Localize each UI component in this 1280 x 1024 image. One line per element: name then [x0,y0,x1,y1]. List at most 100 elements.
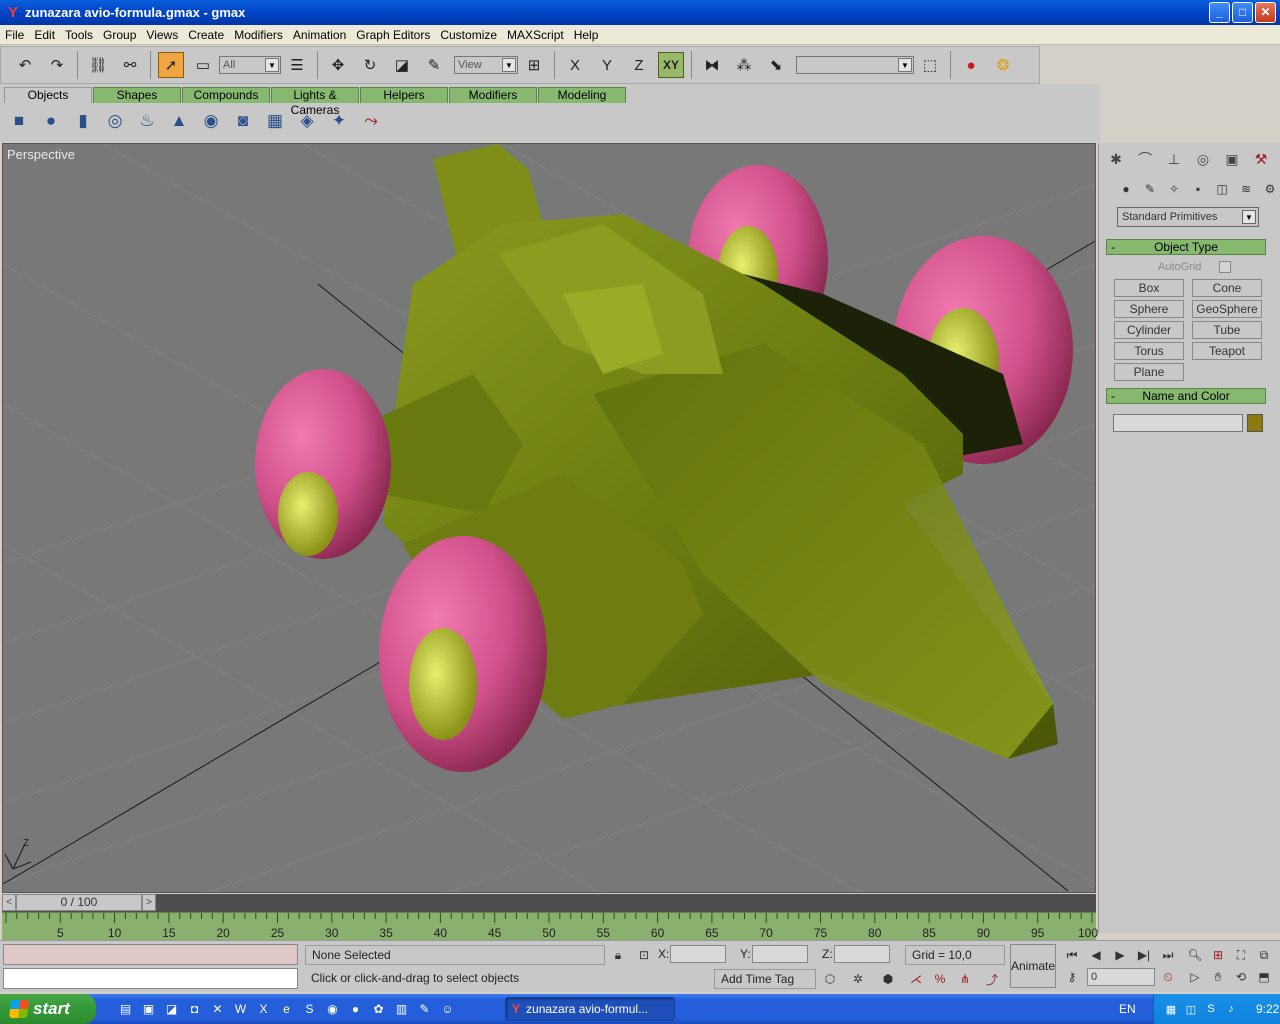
language-indicator[interactable]: EN [1119,1002,1136,1016]
percent-snap-icon[interactable]: % [930,969,950,989]
z-coordinate-field[interactable] [834,945,890,963]
time-configuration-icon[interactable]: ⏲ [1158,967,1178,987]
folder-icon[interactable]: ▤ [114,999,137,1019]
menu-graph-editors[interactable]: Graph Editors [351,26,435,44]
lights-icon[interactable]: ✧ [1163,179,1185,199]
notepad-icon[interactable]: ▥ [390,999,413,1019]
axis-x-button[interactable]: X [562,52,588,78]
maxscript-listener-output[interactable] [3,944,298,965]
network-icon[interactable]: ▦ [1162,1001,1180,1017]
skype-icon[interactable]: S [298,999,321,1019]
minimize-button[interactable]: _ [1209,2,1230,23]
snap-settings-icon[interactable]: ✲ [848,969,868,989]
zoom-extents-icon[interactable]: ⛶ [1231,945,1251,965]
redo-icon[interactable]: ↷ [44,52,70,78]
zoom-icon[interactable]: 🔍︎ [1185,945,1205,965]
selection-filter-dropdown[interactable]: All ▼ [219,56,281,74]
box-button[interactable]: Box [1114,279,1184,297]
dummy-icon[interactable]: ◈ [294,108,320,134]
menu-create[interactable]: Create [183,26,229,44]
torus-icon[interactable]: ◎ [102,108,128,134]
region-select-icon[interactable]: ▭ [190,52,216,78]
sphere-icon[interactable]: ● [38,108,64,134]
perspective-viewport[interactable]: Perspective Z [2,143,1096,893]
close-button[interactable]: ✕ [1255,2,1276,23]
select-object-icon[interactable]: ➚ [158,52,184,78]
point-icon[interactable]: ✦ [326,108,352,134]
go-to-end-icon[interactable]: ⏭ [1158,945,1178,965]
current-frame-field[interactable]: 0 [1087,968,1155,986]
display-tab-icon[interactable]: ▣ [1219,147,1245,171]
cone-button[interactable]: Cone [1192,279,1262,297]
skype-tray-icon[interactable]: S [1202,1001,1220,1017]
start-button[interactable]: start [0,994,96,1024]
tube-icon[interactable]: ◙ [230,108,256,134]
geosphere-button[interactable]: GeoSphere [1192,300,1262,318]
tab-modeling[interactable]: Modeling [538,87,626,103]
key-mode-icon[interactable]: ⚷ [1062,967,1082,987]
axis-y-button[interactable]: Y [594,52,620,78]
torus-button[interactable]: Torus [1114,342,1184,360]
cameras-icon[interactable]: ▪ [1187,179,1209,199]
track-bar[interactable]: 5 10 15 20 25 30 35 40 45 50 55 60 65 70 75 80 85 90 95 100 [2,912,1098,940]
go-to-start-icon[interactable]: ⏮ [1062,945,1082,965]
time-slider[interactable]: < 0 / 100 > [2,894,1096,912]
animate-button[interactable]: Animate [1010,944,1056,988]
menu-edit[interactable]: Edit [29,26,60,44]
tab-compounds[interactable]: Compounds [182,87,270,103]
previous-frame-icon[interactable]: ◀ [1086,945,1106,965]
bone-icon[interactable]: ⤳ [358,108,384,134]
firefox-icon[interactable]: ◉ [321,999,344,1019]
primitive-type-dropdown[interactable]: Standard Primitives ▼ [1117,207,1259,227]
reference-coordinate-dropdown[interactable]: View ▼ [454,56,518,74]
desktop-icon[interactable]: ▣ [137,999,160,1019]
helpers-icon[interactable]: ◫ [1211,179,1233,199]
tab-lights-cameras[interactable]: Lights & Cameras [271,87,359,117]
angle-snap-icon[interactable]: ⋌ [906,969,926,989]
undo-icon[interactable]: ↶ [12,52,38,78]
cylinder-icon[interactable]: ▮ [70,108,96,134]
tab-objects[interactable]: Objects [4,87,92,103]
systems-icon[interactable]: ⚙ [1259,179,1280,199]
modify-tab-icon[interactable]: ⌒ [1132,147,1158,171]
spinner-snap-icon[interactable]: ⋔ [955,969,975,989]
volume-icon[interactable]: ♪ [1222,1001,1240,1017]
selection-set-icon[interactable]: ⬚ [917,52,943,78]
scale-icon[interactable]: ◪ [389,52,415,78]
messenger-icon[interactable]: ☺ [436,999,459,1019]
teapot-icon[interactable]: ♨ [134,108,160,134]
arc-rotate-icon[interactable]: ⟲ [1231,967,1251,987]
taskbar-gmax-button[interactable]: Y zunazara avio-formul... [505,997,675,1021]
pivot-center-icon[interactable]: ⊞ [521,52,547,78]
unlink-icon[interactable]: ⚯ [117,52,143,78]
hierarchy-tab-icon[interactable]: ⊥ [1161,147,1187,171]
acrobat-icon[interactable]: ◪ [160,999,183,1019]
menu-tools[interactable]: Tools [60,26,98,44]
menu-group[interactable]: Group [98,26,141,44]
object-type-header[interactable]: - Object Type [1106,239,1266,255]
plane-icon[interactable]: ▦ [262,108,288,134]
tab-shapes[interactable]: Shapes [93,87,181,103]
mirror-icon[interactable]: ⧓ [699,52,725,78]
security-icon[interactable]: ◫ [1182,1001,1200,1017]
excel-icon[interactable]: X [252,999,275,1019]
tab-helpers[interactable]: Helpers [360,87,448,103]
time-slider-prev-button[interactable]: < [2,894,16,911]
manipulate-icon[interactable]: ✎ [421,52,447,78]
maximize-button[interactable]: □ [1232,2,1253,23]
tool-icon[interactable]: ✕ [206,999,229,1019]
edit-named-selection-icon[interactable]: ⤴ [982,969,1002,989]
maximize-viewport-icon[interactable]: ⬒ [1254,967,1274,987]
add-time-tag-button[interactable]: Add Time Tag [714,969,816,989]
move-icon[interactable]: ✥ [325,52,351,78]
geosphere-icon[interactable]: ◉ [198,108,224,134]
word-icon[interactable]: W [229,999,252,1019]
shapes-icon[interactable]: ✎ [1139,179,1161,199]
pan-icon[interactable]: ✋︎ [1208,967,1228,987]
array-icon[interactable]: ⁂ [731,52,757,78]
app-icon[interactable]: ◘ [183,999,206,1019]
viewport-label[interactable]: Perspective [7,147,75,162]
create-tab-icon[interactable]: ✱ [1103,147,1129,171]
menu-customize[interactable]: Customize [435,26,502,44]
media-icon[interactable]: ● [344,999,367,1019]
